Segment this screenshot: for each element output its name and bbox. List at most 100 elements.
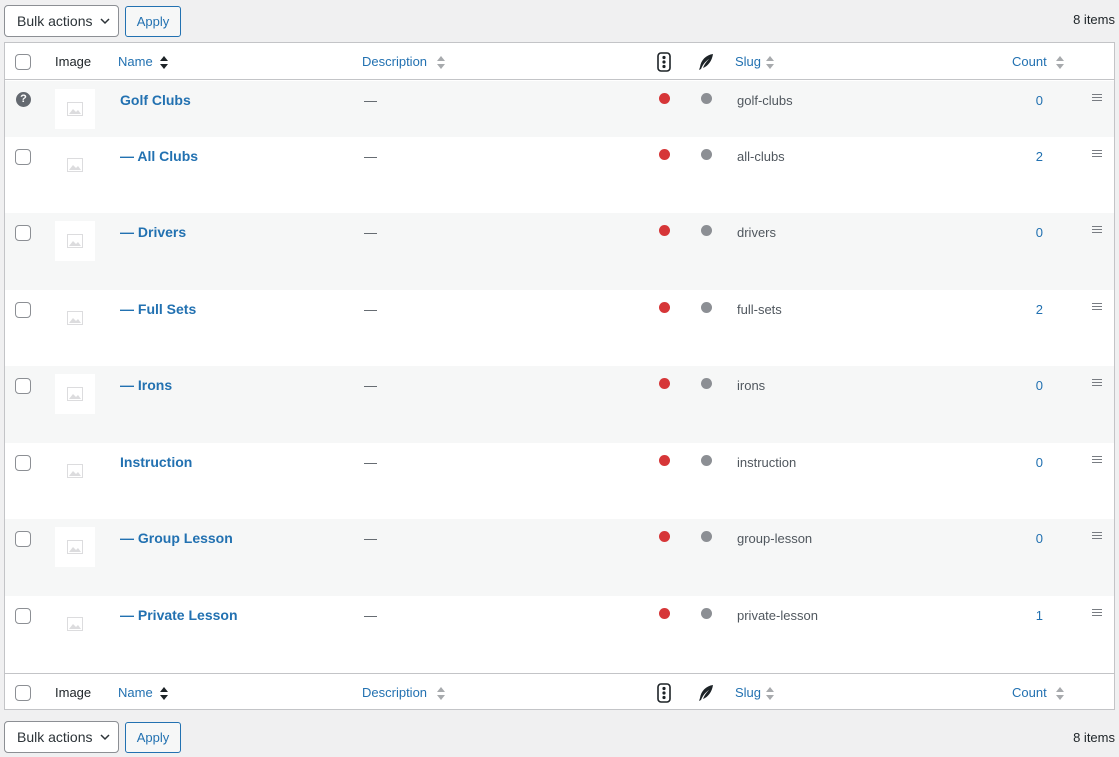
term-name-link[interactable]: — Irons xyxy=(120,377,172,393)
sort-icon[interactable] xyxy=(765,685,775,701)
term-slug: full-sets xyxy=(737,302,782,317)
term-name-link[interactable]: — All Clubs xyxy=(120,148,198,164)
column-slug[interactable]: Slug xyxy=(735,54,761,69)
row-checkbox[interactable] xyxy=(15,378,31,394)
term-count-link[interactable]: 1 xyxy=(1036,608,1043,623)
chevron-down-icon xyxy=(100,18,110,25)
term-thumbnail xyxy=(55,89,95,129)
table-row[interactable]: — Drivers — drivers 0 xyxy=(5,213,1114,290)
term-slug: group-lesson xyxy=(737,531,813,546)
drag-handle-icon[interactable] xyxy=(1092,379,1102,387)
sort-icon[interactable] xyxy=(1055,54,1065,70)
status-dot-red xyxy=(659,378,670,389)
drag-handle-icon[interactable] xyxy=(1092,94,1102,102)
table-row[interactable]: — All Clubs — all-clubs 2 xyxy=(5,137,1114,213)
drag-handle-icon[interactable] xyxy=(1092,150,1102,158)
term-count-link[interactable]: 0 xyxy=(1036,93,1043,108)
traffic-light-icon xyxy=(657,52,671,72)
column-slug[interactable]: Slug xyxy=(735,685,761,700)
term-name-link[interactable]: Golf Clubs xyxy=(120,92,191,108)
term-count-link[interactable]: 2 xyxy=(1036,302,1043,317)
term-name-link[interactable]: — Drivers xyxy=(120,224,186,240)
term-count-link[interactable]: 2 xyxy=(1036,149,1043,164)
column-count[interactable]: Count xyxy=(1012,685,1047,700)
feather-icon xyxy=(699,685,713,701)
term-count-link[interactable]: 0 xyxy=(1036,455,1043,470)
term-description: — xyxy=(364,455,377,470)
apply-button[interactable]: Apply xyxy=(125,722,181,753)
table-row[interactable]: — Irons — irons 0 xyxy=(5,366,1114,443)
term-description: — xyxy=(364,225,377,240)
image-placeholder-icon xyxy=(67,311,83,325)
items-count: 8 items xyxy=(1073,12,1115,27)
sort-icon[interactable] xyxy=(436,54,446,70)
drag-handle-icon[interactable] xyxy=(1092,532,1102,540)
term-slug: private-lesson xyxy=(737,608,818,623)
term-description: — xyxy=(364,93,377,108)
term-name-link[interactable]: — Full Sets xyxy=(120,301,196,317)
status-dot-grey xyxy=(701,302,712,313)
term-name-link[interactable]: Instruction xyxy=(120,454,192,470)
bulk-actions-select[interactable]: Bulk actions xyxy=(4,5,119,37)
sort-asc-icon[interactable] xyxy=(159,54,169,70)
sort-asc-icon[interactable] xyxy=(159,685,169,701)
drag-handle-icon[interactable] xyxy=(1092,456,1102,464)
column-image: Image xyxy=(55,685,92,700)
sort-icon[interactable] xyxy=(765,54,775,70)
bulk-actions-select[interactable]: Bulk actions xyxy=(4,721,119,753)
select-all-checkbox[interactable] xyxy=(15,685,31,701)
status-dot-grey xyxy=(701,608,712,619)
image-placeholder-icon xyxy=(67,158,83,172)
term-count-link[interactable]: 0 xyxy=(1036,531,1043,546)
table-footer: Image Name Description Slug Count xyxy=(5,673,1114,709)
status-dot-red xyxy=(659,455,670,466)
term-name-link[interactable]: — Private Lesson xyxy=(120,607,238,623)
column-image: Image xyxy=(55,54,92,69)
column-count[interactable]: Count xyxy=(1012,54,1047,69)
status-dot-red xyxy=(659,531,670,542)
drag-handle-icon[interactable] xyxy=(1092,226,1102,234)
status-dot-red xyxy=(659,93,670,104)
column-name[interactable]: Name xyxy=(118,685,153,700)
drag-handle-icon[interactable] xyxy=(1092,609,1102,617)
row-checkbox[interactable] xyxy=(15,608,31,624)
question-icon[interactable]: ? xyxy=(16,92,31,107)
term-slug: instruction xyxy=(737,455,797,470)
term-count-link[interactable]: 0 xyxy=(1036,378,1043,393)
column-description[interactable]: Description xyxy=(362,685,427,700)
row-checkbox[interactable] xyxy=(15,225,31,241)
term-description: — xyxy=(364,378,377,393)
term-count-link[interactable]: 0 xyxy=(1036,225,1043,240)
term-thumbnail xyxy=(55,298,95,338)
tablenav-top: Bulk actions Apply 8 items xyxy=(4,5,1115,37)
sort-icon[interactable] xyxy=(436,685,446,701)
term-name-link[interactable]: — Group Lesson xyxy=(120,530,233,546)
table-row[interactable]: Instruction — instruction 0 xyxy=(5,443,1114,519)
row-checkbox[interactable] xyxy=(15,149,31,165)
table-row[interactable]: — Group Lesson — group-lesson 0 xyxy=(5,519,1114,596)
sort-icon[interactable] xyxy=(1055,685,1065,701)
traffic-light-icon xyxy=(657,683,671,703)
table-row[interactable]: ? Golf Clubs — golf-clubs 0 xyxy=(5,81,1114,137)
term-description: — xyxy=(364,531,377,546)
term-thumbnail xyxy=(55,221,95,261)
apply-button[interactable]: Apply xyxy=(125,6,181,37)
term-thumbnail xyxy=(55,374,95,414)
drag-handle-icon[interactable] xyxy=(1092,303,1102,311)
status-dot-red xyxy=(659,225,670,236)
term-thumbnail xyxy=(55,527,95,567)
row-checkbox[interactable] xyxy=(15,455,31,471)
table-row[interactable]: — Private Lesson — private-lesson 1 xyxy=(5,596,1114,673)
status-dot-grey xyxy=(701,93,712,104)
status-dot-grey xyxy=(701,378,712,389)
column-description[interactable]: Description xyxy=(362,54,427,69)
image-placeholder-icon xyxy=(67,617,83,631)
select-all-checkbox[interactable] xyxy=(15,54,31,70)
column-name[interactable]: Name xyxy=(118,54,153,69)
status-dot-grey xyxy=(701,455,712,466)
image-placeholder-icon xyxy=(67,387,83,401)
table-row[interactable]: — Full Sets — full-sets 2 xyxy=(5,290,1114,366)
row-checkbox[interactable] xyxy=(15,531,31,547)
chevron-down-icon xyxy=(100,734,110,741)
row-checkbox[interactable] xyxy=(15,302,31,318)
